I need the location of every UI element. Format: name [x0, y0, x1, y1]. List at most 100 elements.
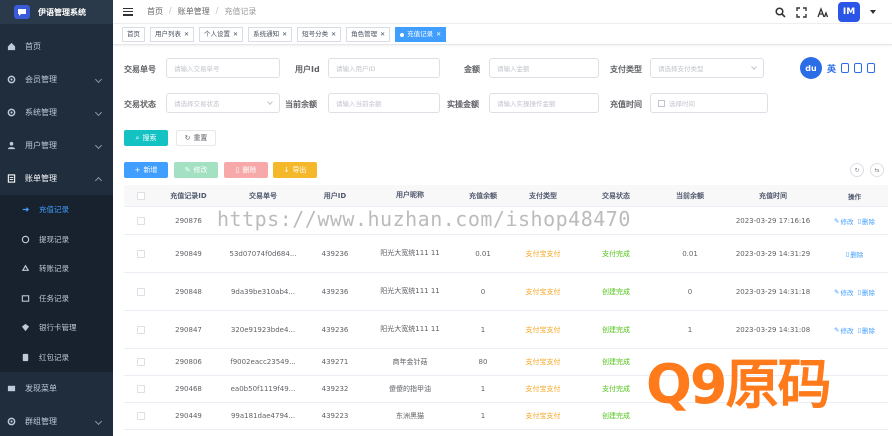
select-all-checkbox[interactable]	[124, 191, 158, 200]
refresh-table-button[interactable]: ↻	[850, 163, 864, 177]
table-row: 290849 53d07074f0d684... 439236 阳光大宽统111…	[124, 235, 888, 273]
delete-button[interactable]: ▯ 删除	[224, 162, 268, 178]
sidebar-subitem-bank[interactable]: 银行卡管理	[0, 313, 113, 343]
row-delete-link[interactable]: ▯ 删除	[857, 325, 875, 335]
sidebar-item-label: 账单管理	[25, 174, 57, 183]
amount-input[interactable]: 请输入金额	[489, 58, 599, 78]
sidebar-item-system[interactable]: 系统管理	[0, 96, 113, 129]
trade-status-select[interactable]: 请选择交易状态	[166, 93, 280, 113]
close-icon[interactable]: ✕	[233, 28, 238, 41]
row-checkbox[interactable]	[124, 287, 158, 296]
user-id-input[interactable]: 请输入用户ID	[328, 58, 440, 78]
pay-type-label: 支付类型	[610, 65, 642, 74]
col-header-pay: 支付类型	[529, 191, 557, 200]
cell-time: 2023-03-29 14:31:08	[735, 325, 811, 334]
actual-amount-input[interactable]: 请输入实操操作金额	[489, 93, 599, 113]
chevron-down-icon	[94, 417, 103, 426]
breadcrumb-parent: 账单管理	[177, 7, 210, 16]
cell-nick: 东洲黑猫	[396, 411, 424, 420]
close-icon[interactable]: ✕	[184, 28, 189, 41]
row-edit-link[interactable]: ✎ 修改	[834, 287, 853, 297]
search-button[interactable]: ⌕ 搜索	[124, 130, 168, 146]
checkbox-box	[137, 358, 145, 366]
recharge-time-picker[interactable]: 选择时间	[650, 93, 768, 113]
sidebar-subitem-task[interactable]: 任务记录	[0, 284, 113, 314]
cell-uid: 439223	[321, 412, 349, 420]
tag-user-list[interactable]: 用户列表 ✕	[150, 27, 195, 42]
checkbox-box	[137, 385, 145, 393]
sidebar-item-members[interactable]: 会员管理	[0, 63, 113, 96]
reset-button-label: 重置	[193, 134, 208, 142]
row-delete-label: 删除	[862, 326, 876, 335]
current-balance-input[interactable]: 请输入当前余额	[328, 93, 440, 113]
sidebar-subitem-redpacket[interactable]: 红包记录	[0, 343, 113, 373]
avatar[interactable]: IM	[838, 2, 860, 22]
baidu-logo[interactable]: du	[800, 57, 822, 79]
row-checkbox[interactable]	[124, 412, 158, 420]
add-button[interactable]: + 新增	[124, 162, 168, 178]
tag-roles[interactable]: 角色管理 ✕	[346, 27, 391, 42]
microphone-icon[interactable]	[841, 63, 850, 73]
sidebar-item-bills[interactable]: 账单管理	[0, 162, 113, 195]
sidebar-item-users[interactable]: 用户管理	[0, 129, 113, 162]
breadcrumb-home[interactable]: 首页	[147, 6, 163, 17]
row-delete-link[interactable]: ▯ 删除	[857, 216, 875, 226]
trade-no-input[interactable]: 请输入交易单号	[166, 58, 280, 78]
reset-button[interactable]: ↻ 重置	[176, 130, 216, 146]
cell-pay: 支付宝支付	[525, 287, 561, 296]
sidebar-item-groups[interactable]: 群组管理	[0, 405, 113, 436]
hamburger-icon[interactable]	[123, 7, 133, 16]
close-icon[interactable]: ✕	[282, 28, 287, 41]
close-icon[interactable]: ✕	[380, 28, 385, 41]
pay-type-select[interactable]: 请选择支付类型	[650, 58, 764, 78]
language-toggle[interactable]: 英	[827, 62, 836, 75]
sidebar-subitem-recharge[interactable]: 充值记录	[0, 195, 113, 225]
cell-time: 2023-03-29 14:31:18	[735, 287, 811, 296]
close-icon[interactable]: ✕	[436, 28, 441, 41]
sidebar-item-discover[interactable]: 发现菜单	[0, 372, 113, 405]
row-checkbox[interactable]	[124, 385, 158, 393]
font-size-icon[interactable]	[817, 6, 828, 18]
sidebar-subitem-transfer[interactable]: 转账记录	[0, 254, 113, 284]
recharge-icon	[20, 205, 30, 215]
tag-short-category[interactable]: 短号分类 ✕	[297, 27, 342, 42]
row-delete-link[interactable]: ▯ 删除	[846, 249, 864, 259]
tag-notice[interactable]: 系统通知 ✕	[248, 27, 293, 42]
trade-status-placeholder: 请选择交易状态	[174, 100, 220, 108]
tag-recharge[interactable]: 充值记录 ✕	[395, 27, 447, 42]
tag-home[interactable]: 首页	[122, 27, 145, 42]
export-button[interactable]: ↓ 导出	[273, 162, 317, 178]
row-edit-link[interactable]: ✎ 修改	[834, 325, 853, 335]
phone-icon[interactable]	[867, 63, 876, 73]
close-icon[interactable]: ✕	[331, 28, 336, 41]
sidebar-subitem-label: 提现记录	[39, 234, 69, 244]
edit-icon: ✎	[833, 287, 840, 296]
cell-nick: 阳光大宽统111 11	[380, 325, 440, 333]
checkbox-box	[137, 287, 145, 296]
sidebar-subitem-withdraw[interactable]: 提现记录	[0, 225, 113, 255]
row-checkbox[interactable]	[124, 325, 158, 334]
cell-trade: 53d07074f0d684...	[229, 249, 297, 258]
sidebar-item-home[interactable]: 首页	[0, 30, 113, 63]
edit-button[interactable]: ✎ 修改	[174, 162, 218, 178]
row-checkbox[interactable]	[124, 358, 158, 366]
chevron-down-icon	[94, 141, 103, 150]
search-icon[interactable]	[775, 6, 786, 18]
tag-profile[interactable]: 个人设置 ✕	[199, 27, 244, 42]
cell-id: 290468	[175, 385, 202, 393]
row-checkbox[interactable]	[124, 216, 158, 225]
caret-down-icon[interactable]	[870, 10, 876, 14]
row-delete-link[interactable]: ▯ 删除	[857, 287, 875, 297]
col-header-uid: 用户ID	[323, 191, 347, 200]
toggle-columns-button[interactable]: ⇆	[870, 163, 884, 177]
row-checkbox[interactable]	[124, 249, 158, 258]
sidebar-subitem-label: 银行卡管理	[39, 323, 77, 333]
bill-icon	[6, 174, 16, 184]
row-edit-link[interactable]: ✎ 修改	[834, 216, 853, 226]
trash-icon: ▯	[845, 249, 850, 258]
fullscreen-icon[interactable]	[796, 6, 807, 18]
screen-icon[interactable]	[854, 63, 863, 73]
sidebar-item-label: 会员管理	[25, 75, 57, 84]
breadcrumb-separator: /	[215, 6, 219, 15]
pay-type-placeholder: 请选择支付类型	[658, 65, 704, 73]
